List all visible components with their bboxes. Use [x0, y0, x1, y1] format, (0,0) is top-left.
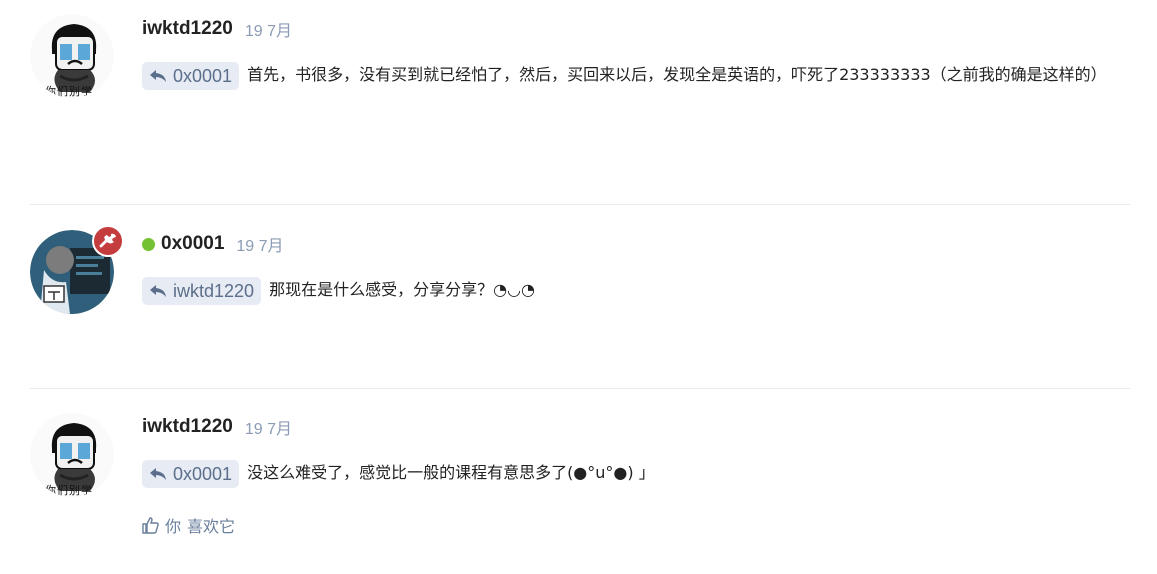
online-status-dot	[142, 237, 155, 251]
reply-to-name: 0x0001	[173, 65, 233, 86]
username[interactable]: iwktd1220	[142, 416, 233, 438]
post-text: 没这么难受了，感觉比一般的课程有意思多了(●°u°●)​ 」	[247, 463, 655, 482]
avatar-caption: 你们别学	[45, 484, 93, 497]
likes-label: 喜欢它	[187, 517, 236, 536]
likes-user[interactable]: 你	[165, 513, 181, 537]
avatar[interactable]: 你们别学	[30, 14, 114, 98]
post-text: 那现在是什么感受，分享分享？◔◡◔	[269, 280, 535, 299]
post-text: 首先，书很多，没有买到就已经怕了，然后，买回来以后，发现全是英语的，吓死了233…	[247, 65, 1107, 84]
reply-icon	[150, 467, 166, 480]
wrench-icon	[99, 233, 116, 248]
timestamp[interactable]: 19 7月	[245, 17, 292, 41]
post: 你们别学 iwktd1220 19 7月 0x0001 首先，书很多，没有买到就…	[30, 0, 1130, 204]
reply-to-chip[interactable]: 0x0001	[142, 61, 240, 90]
reply-to-name: iwktd1220	[173, 280, 255, 301]
thumbs-up-icon	[142, 516, 159, 534]
username[interactable]: iwktd1220	[142, 18, 233, 40]
reply-icon	[150, 69, 166, 82]
reply-icon	[150, 284, 166, 297]
reply-to-name: 0x0001	[173, 463, 233, 484]
moderator-badge	[92, 225, 124, 257]
reply-to-chip[interactable]: 0x0001	[142, 459, 240, 488]
username[interactable]: 0x0001	[161, 233, 224, 255]
likes-row[interactable]: 你 喜欢它	[142, 513, 235, 537]
timestamp[interactable]: 19 7月	[245, 415, 292, 439]
post-content: 0x0001 首先，书很多，没有买到就已经怕了，然后，买回来以后，发现全是英语的…	[142, 60, 1132, 90]
avatar[interactable]: 你们别学	[30, 413, 114, 497]
reply-to-chip[interactable]: iwktd1220	[142, 276, 262, 305]
avatar-caption: 你们别学	[45, 85, 93, 98]
post: 0x0001 19 7月 iwktd1220 那现在是什么感受，分享分享？◔◡◔	[30, 205, 1130, 388]
timestamp[interactable]: 19 7月	[236, 232, 283, 256]
post-content: 0x0001 没这么难受了，感觉比一般的课程有意思多了(●°u°●)​ 」	[142, 458, 1132, 488]
post-content: iwktd1220 那现在是什么感受，分享分享？◔◡◔	[142, 275, 1132, 305]
post: 你们别学 iwktd1220 19 7月 0x0001 没这么难受了，感觉比一般…	[30, 389, 1130, 574]
